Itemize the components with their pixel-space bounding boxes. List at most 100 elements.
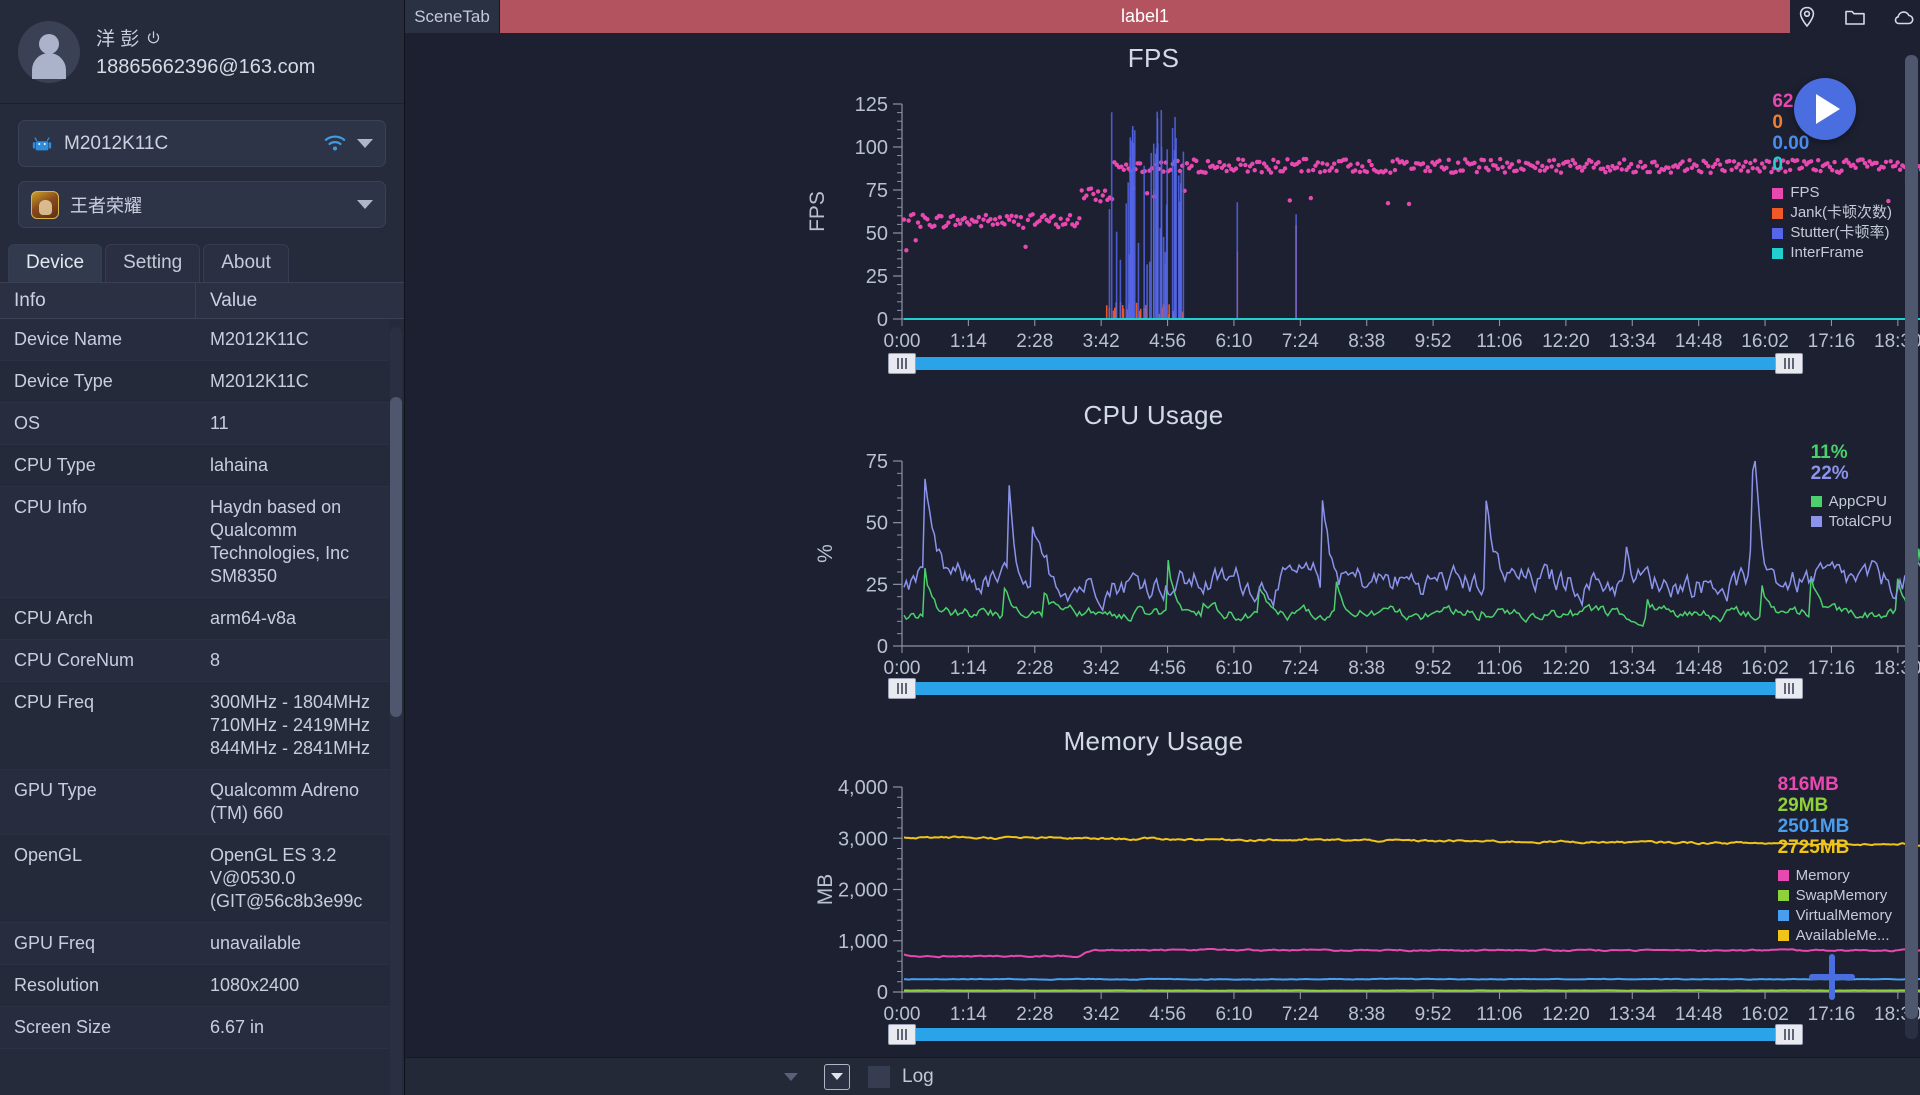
svg-text:0:00: 0:00 bbox=[884, 658, 921, 679]
legend-label: SwapMemory bbox=[1795, 886, 1888, 904]
info-table-header: Info Value bbox=[0, 282, 404, 319]
legend-label: Memory bbox=[1795, 866, 1850, 884]
svg-text:9:52: 9:52 bbox=[1415, 658, 1452, 679]
log-label: Log bbox=[902, 1065, 934, 1087]
legend-swatch-icon bbox=[1810, 496, 1822, 508]
legend-readout: 22% bbox=[1810, 462, 1849, 484]
status-bar-left bbox=[405, 1072, 810, 1081]
legend-label: AppCPU bbox=[1828, 492, 1887, 510]
series-AppCPU bbox=[903, 548, 1920, 627]
legend-label: VirtualMemory bbox=[1795, 906, 1892, 924]
legend-readout: 29MB bbox=[1777, 794, 1829, 816]
legend-item[interactable]: Memory bbox=[1777, 866, 1892, 886]
collapse-caret-icon[interactable] bbox=[784, 1072, 798, 1081]
tab-setting[interactable]: Setting bbox=[105, 244, 201, 282]
svg-text:14:48: 14:48 bbox=[1675, 1004, 1723, 1025]
range-scrollbar-track[interactable] bbox=[902, 1027, 1789, 1041]
svg-text:11:06: 11:06 bbox=[1476, 331, 1522, 352]
sidebar-scrollbar-thumb[interactable] bbox=[390, 397, 402, 717]
chart-panel-cpu: CPU Usage 0 25 50 75% 0:00 1:14 2:28 3:42 4:56 6:1… bbox=[405, 390, 1920, 716]
svg-text:14:48: 14:48 bbox=[1675, 658, 1723, 679]
legend-swatch-icon bbox=[1772, 187, 1784, 199]
cloud-icon[interactable] bbox=[1891, 5, 1915, 29]
table-cell-value: M2012K11C bbox=[210, 371, 309, 391]
legend-item[interactable]: SwapMemory bbox=[1777, 886, 1892, 906]
folder-icon[interactable] bbox=[1843, 5, 1867, 29]
range-handle-left[interactable] bbox=[888, 1023, 916, 1045]
range-handle-left[interactable] bbox=[888, 353, 916, 374]
top-bar-icons bbox=[1790, 0, 1920, 33]
range-scrollbar-track[interactable] bbox=[902, 681, 1789, 695]
table-cell-key: CPU Type bbox=[14, 455, 96, 475]
add-button[interactable] bbox=[1804, 949, 1860, 1005]
range-handle-right[interactable] bbox=[1775, 677, 1803, 699]
play-triangle-icon bbox=[1816, 94, 1840, 124]
main-scrollbar[interactable] bbox=[1902, 33, 1920, 1057]
table-cell-value: 6.67 in bbox=[210, 1017, 265, 1037]
svg-text:1:14: 1:14 bbox=[950, 1004, 987, 1025]
legend-swatch-icon bbox=[1777, 930, 1789, 942]
main-scrollbar-track[interactable] bbox=[1904, 55, 1918, 1039]
app-selector[interactable]: 王者荣耀 bbox=[18, 181, 386, 228]
svg-text:4,000: 4,000 bbox=[838, 777, 888, 799]
chart-legend: 816MB 29MB 2501MB 2725MB Memory SwapMemory Vir… bbox=[1777, 774, 1892, 946]
svg-text:25: 25 bbox=[866, 266, 888, 288]
device-selector[interactable]: M2012K11C bbox=[18, 120, 386, 167]
label-tab[interactable]: label1 bbox=[500, 0, 1790, 33]
tab-device[interactable]: Device bbox=[8, 244, 103, 282]
legend-readout: 2725MB bbox=[1777, 836, 1850, 858]
range-handle-left[interactable] bbox=[888, 677, 916, 699]
table-cell-key: OS bbox=[14, 413, 41, 433]
range-scrollbar[interactable] bbox=[888, 677, 1803, 699]
legend-item[interactable]: InterFrame bbox=[1772, 243, 1892, 263]
legend-swatch-icon bbox=[1772, 247, 1784, 259]
location-pin-icon[interactable] bbox=[1795, 5, 1819, 29]
table-row: CPU Info Haydn based on Qualcomm Technolo… bbox=[0, 487, 389, 598]
log-dropdown-button[interactable] bbox=[824, 1063, 850, 1090]
legend-item[interactable]: VirtualMemory bbox=[1777, 906, 1892, 926]
range-handle-right[interactable] bbox=[1775, 1023, 1803, 1045]
legend-item[interactable]: FPS bbox=[1772, 183, 1892, 203]
table-row: GPU Freq unavailable bbox=[0, 923, 389, 965]
scene-tab[interactable]: SceneTab bbox=[405, 0, 500, 33]
legend-item[interactable]: AvailableMe... bbox=[1777, 926, 1892, 946]
range-handle-right[interactable] bbox=[1775, 353, 1803, 374]
svg-text:0:00: 0:00 bbox=[884, 331, 921, 352]
main-scrollbar-thumb[interactable] bbox=[1904, 55, 1918, 1020]
chevron-down-icon[interactable] bbox=[357, 200, 373, 209]
table-row: OpenGL OpenGL ES 3.2 V@0530.0 (GIT@56c8b3… bbox=[0, 835, 389, 923]
wifi-icon bbox=[324, 135, 346, 151]
chevron-down-icon[interactable] bbox=[357, 139, 373, 148]
tab-about[interactable]: About bbox=[203, 244, 289, 282]
svg-text:1,000: 1,000 bbox=[838, 930, 888, 952]
table-row: OS 11 bbox=[0, 403, 389, 445]
range-scrollbar[interactable] bbox=[888, 353, 1803, 374]
table-cell-key: GPU Type bbox=[14, 780, 97, 800]
avatar bbox=[18, 20, 80, 83]
table-cell-value: 8 bbox=[210, 650, 221, 670]
table-cell-value: unavailable bbox=[210, 933, 302, 953]
range-scrollbar[interactable] bbox=[888, 1023, 1803, 1045]
legend-item[interactable]: Jank(卡顿次数) bbox=[1772, 203, 1892, 223]
svg-text:4:56: 4:56 bbox=[1149, 331, 1186, 352]
legend-item[interactable]: AppCPU bbox=[1810, 492, 1892, 512]
svg-text:MB: MB bbox=[814, 873, 837, 905]
power-icon[interactable] bbox=[146, 30, 161, 45]
info-table-scroll[interactable]: Device Name M2012K11C Device Type M2012K11C… bbox=[0, 319, 404, 1095]
svg-text:4:56: 4:56 bbox=[1149, 658, 1186, 679]
legend-item[interactable]: Stutter(卡顿率) bbox=[1772, 223, 1892, 243]
device-selector-value: M2012K11C bbox=[64, 132, 169, 154]
legend-readout: 11% bbox=[1810, 441, 1848, 463]
chart-title: CPU Usage bbox=[1083, 399, 1224, 430]
svg-text:8:38: 8:38 bbox=[1348, 658, 1385, 679]
play-button[interactable] bbox=[1794, 78, 1856, 140]
range-scrollbar-track[interactable] bbox=[902, 357, 1789, 370]
svg-text:4:56: 4:56 bbox=[1149, 1004, 1186, 1025]
sidebar-scrollbar[interactable] bbox=[390, 327, 402, 1095]
table-cell-key: GPU Freq bbox=[14, 933, 96, 953]
chart-title: Memory Usage bbox=[1063, 725, 1244, 756]
legend-item[interactable]: TotalCPU bbox=[1810, 512, 1892, 532]
legend-label: Jank(卡顿次数) bbox=[1790, 204, 1892, 221]
game-app-icon bbox=[31, 190, 59, 219]
legend-swatch-icon bbox=[1772, 227, 1784, 239]
